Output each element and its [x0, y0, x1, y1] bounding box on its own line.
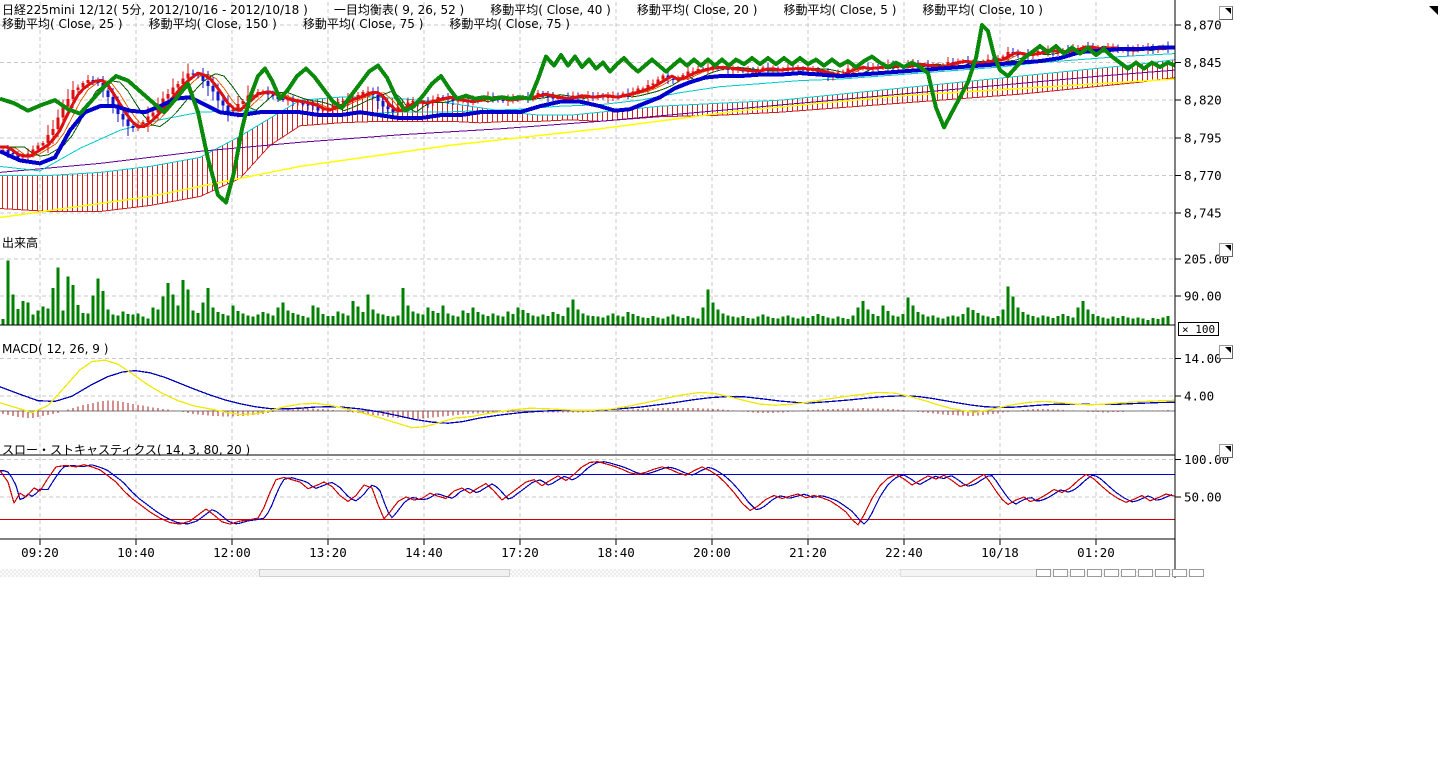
- scrollbar-segment[interactable]: [1070, 569, 1085, 577]
- x-axis-label: 14:40: [405, 545, 443, 560]
- moving-averages-thin: [0, 46, 1175, 217]
- scrollbar-segment[interactable]: [1189, 569, 1204, 577]
- indicator-label-ma5: 移動平均( Close, 5 ): [783, 1, 896, 18]
- macd-pane-label: MACD( 12, 26, 9 ): [2, 342, 108, 356]
- horizontal-scrollbar[interactable]: [0, 569, 1192, 577]
- indicator-label-ma25: 移動平均( Close, 25 ): [2, 15, 123, 32]
- y-axis-label: 50.00: [1184, 490, 1222, 505]
- volume-pane-label: 出来高: [2, 234, 38, 251]
- indicator-label-ma150: 移動平均( Close, 150 ): [149, 15, 277, 32]
- scrollbar-segment[interactable]: [1104, 569, 1119, 577]
- y-axis-label: 8,845: [1184, 55, 1222, 70]
- y-axis-label: 14.00: [1184, 351, 1222, 366]
- volume-multiplier-badge: × 100: [1178, 322, 1219, 336]
- x-axis-label: 10:40: [117, 545, 155, 560]
- volume-pane: [0, 261, 1175, 325]
- y-axis-label: 8,745: [1184, 206, 1222, 221]
- x-axis-label: 18:40: [597, 545, 635, 560]
- indicator-header-row-2: 移動平均( Close, 25 ) 移動平均( Close, 150 ) 移動平…: [2, 15, 570, 32]
- y-axis-label: 8,870: [1184, 18, 1222, 33]
- pane-collapse-button-price[interactable]: [1219, 6, 1233, 20]
- indicator-label-ma20: 移動平均( Close, 20 ): [637, 1, 758, 18]
- x-axis-label: 10/18: [981, 545, 1019, 560]
- scrollbar-segments: [1036, 569, 1204, 577]
- y-axis-label: 8,820: [1184, 93, 1222, 108]
- indicator-label-ma10: 移動平均( Close, 10 ): [922, 1, 1043, 18]
- x-axis-label: 22:40: [885, 545, 923, 560]
- pane-collapse-button-macd[interactable]: [1219, 345, 1233, 359]
- ichimoku-cloud: [0, 60, 1175, 212]
- x-axis-label: 20:00: [693, 545, 731, 560]
- x-axis-label: 13:20: [309, 545, 347, 560]
- x-axis-label: 01:20: [1077, 545, 1115, 560]
- scrollbar-segment[interactable]: [1053, 569, 1068, 577]
- scrollbar-thumb[interactable]: [259, 569, 510, 577]
- scrollbar-segment[interactable]: [1036, 569, 1051, 577]
- y-axis-label: 90.00: [1184, 289, 1222, 304]
- indicator-label-ma75b: 移動平均( Close, 75 ): [449, 15, 570, 32]
- window-corner-arrow-icon[interactable]: [1429, 6, 1438, 15]
- scrollbar-segment[interactable]: [1172, 569, 1187, 577]
- scrollbar-segment[interactable]: [1155, 569, 1170, 577]
- indicator-label-ma75a: 移動平均( Close, 75 ): [303, 15, 424, 32]
- scrollbar-segment[interactable]: [1121, 569, 1136, 577]
- scrollbar-segment[interactable]: [1087, 569, 1102, 577]
- y-axis-label: 4.00: [1184, 389, 1214, 404]
- x-axis-label: 21:20: [789, 545, 827, 560]
- pane-collapse-button-stoch[interactable]: [1219, 444, 1233, 458]
- macd-pane: [0, 360, 1175, 428]
- x-axis-label: 17:20: [501, 545, 539, 560]
- x-axis-label: 12:00: [213, 545, 251, 560]
- stochastics-pane-label: スロー・ストキャスティクス( 14, 3, 80, 20 ): [2, 441, 250, 458]
- chart-app-window: 09:20 10:40 12:00 13:20 14:40 17:20 18:40 20:00…: [0, 0, 1452, 768]
- x-axis-label: 09:20: [21, 545, 59, 560]
- y-axis-label: 8,795: [1184, 130, 1222, 145]
- scrollbar-segment[interactable]: [1138, 569, 1153, 577]
- chart-canvas[interactable]: 09:20 10:40 12:00 13:20 14:40 17:20 18:40 20:00…: [0, 0, 1240, 580]
- scrollbar-strip: [900, 569, 1037, 577]
- stochastics-pane: [0, 455, 1175, 525]
- y-axis-label: 8,770: [1184, 168, 1222, 183]
- pane-collapse-button-volume[interactable]: [1219, 243, 1233, 257]
